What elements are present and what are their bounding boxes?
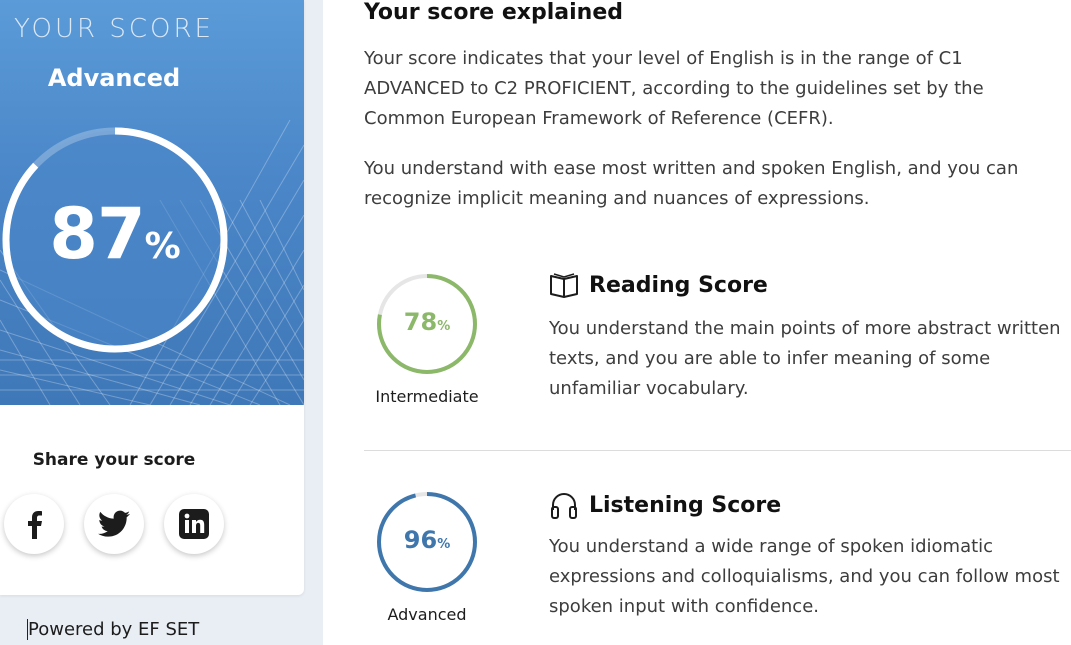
overall-percent-symbol: % <box>144 226 181 267</box>
listening-description: You understand a wide range of spoken id… <box>549 536 1060 617</box>
linkedin-icon <box>179 509 209 539</box>
reading-title: Reading Score <box>589 272 768 298</box>
facebook-share-button[interactable] <box>4 494 64 554</box>
overall-percent: 87% <box>0 193 230 275</box>
score-hero: YOUR SCORE Advanced 87% <box>0 0 304 405</box>
section-divider <box>364 450 1071 451</box>
your-score-heading: YOUR SCORE <box>14 14 214 44</box>
listening-title: Listening Score <box>589 492 782 518</box>
headphones-icon <box>551 493 577 519</box>
reading-description: You understand the main points of more a… <box>549 318 1061 399</box>
explanation-paragraph-1: Your score indicates that your level of … <box>364 48 984 129</box>
linkedin-share-button[interactable] <box>164 494 224 554</box>
reading-level: Intermediate <box>375 387 479 406</box>
listening-heading: Listening Score <box>549 490 781 520</box>
powered-by-link[interactable]: Powered by EF SET <box>27 619 199 640</box>
twitter-icon <box>98 510 130 537</box>
reading-heading: Reading Score <box>549 272 768 298</box>
overall-percent-value: 87 <box>49 193 145 275</box>
facebook-icon <box>28 511 42 539</box>
listening-percent: 96% <box>375 526 479 554</box>
reading-percent-value: 78 <box>403 308 438 336</box>
share-label: Share your score <box>32 450 196 470</box>
reading-percent: 78% <box>375 308 479 336</box>
overall-level: Advanced <box>47 64 181 92</box>
explanation-paragraph-2: You understand with ease most written an… <box>364 158 1019 209</box>
twitter-share-button[interactable] <box>84 494 144 554</box>
explanation-title: Your score explained <box>364 0 623 25</box>
listening-percent-value: 96 <box>403 526 438 554</box>
reading-percent-symbol: % <box>437 319 451 334</box>
book-icon <box>550 273 578 298</box>
listening-level: Advanced <box>387 605 467 624</box>
score-card: YOUR SCORE Advanced 87% Share your score <box>0 0 304 595</box>
listening-percent-symbol: % <box>437 537 451 552</box>
